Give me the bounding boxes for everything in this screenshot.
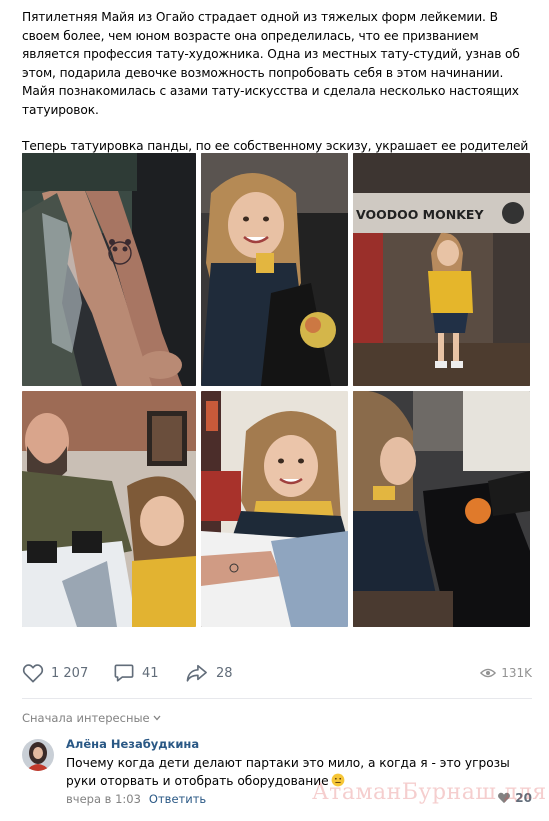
views-count: 131K bbox=[501, 666, 532, 680]
photo-girl-with-client-arm[interactable] bbox=[201, 391, 348, 627]
photo-voodoo-monkey-shop[interactable]: VOODOO MONKEY bbox=[353, 153, 530, 386]
like-count: 1 207 bbox=[51, 665, 89, 681]
like-button[interactable]: 1 207 bbox=[22, 660, 88, 686]
comment-button[interactable]: 41 bbox=[113, 660, 159, 686]
avatar[interactable] bbox=[22, 739, 54, 771]
post-paragraph-2-text: Теперь татуировка панды, по ее собственн… bbox=[22, 139, 529, 153]
photo-girl-smiling-image bbox=[201, 153, 348, 386]
photo-tattoo-artist-and-girl[interactable] bbox=[22, 391, 196, 627]
chevron-down-icon bbox=[153, 715, 161, 721]
views-counter: 131K bbox=[480, 660, 532, 686]
photo-girl-with-client-arm-image bbox=[201, 391, 348, 627]
comment-sort-dropdown[interactable]: Сначала интересные bbox=[22, 711, 161, 725]
comment-count: 41 bbox=[142, 665, 159, 681]
post-text: Пятилетняя Майя из Огайо страдает одной … bbox=[22, 8, 532, 174]
comment-author[interactable]: Алёна Незабудкина bbox=[66, 737, 199, 751]
photo-girl-smiling[interactable] bbox=[201, 153, 348, 386]
photo-tattoo-artist-and-girl-image bbox=[22, 391, 196, 627]
reply-button[interactable]: Ответить bbox=[149, 792, 206, 806]
share-arrow-icon bbox=[186, 664, 207, 682]
eye-icon bbox=[480, 668, 497, 678]
photo-girl-tattooing-image bbox=[353, 391, 530, 627]
divider bbox=[22, 698, 532, 699]
comment-bubble-icon bbox=[114, 664, 134, 682]
photo-grid: VOODOO MONKEY bbox=[22, 153, 530, 627]
photo-arm-panda-tattoo[interactable] bbox=[22, 153, 196, 386]
photo-voodoo-monkey-shop-image: VOODOO MONKEY bbox=[353, 153, 530, 386]
post-paragraph-1: Пятилетняя Майя из Огайо страдает одной … bbox=[22, 10, 520, 117]
watermark: АтаманБурнаш для АП bbox=[312, 780, 549, 805]
photo-arm-panda-tattoo-image bbox=[22, 153, 196, 386]
post-actions: 1 207 41 28 131K bbox=[22, 660, 532, 686]
photo-girl-tattooing[interactable] bbox=[353, 391, 530, 627]
share-count: 28 bbox=[216, 665, 233, 681]
heart-outline-icon bbox=[22, 664, 44, 683]
comment-meta: вчера в 1:03 Ответить bbox=[66, 792, 206, 806]
comment-sort-label: Сначала интересные bbox=[22, 711, 150, 725]
avatar-image bbox=[22, 739, 54, 771]
comment-time[interactable]: вчера в 1:03 bbox=[66, 792, 141, 806]
shop-sign-text: VOODOO MONKEY bbox=[356, 207, 484, 222]
share-button[interactable]: 28 bbox=[185, 660, 233, 686]
